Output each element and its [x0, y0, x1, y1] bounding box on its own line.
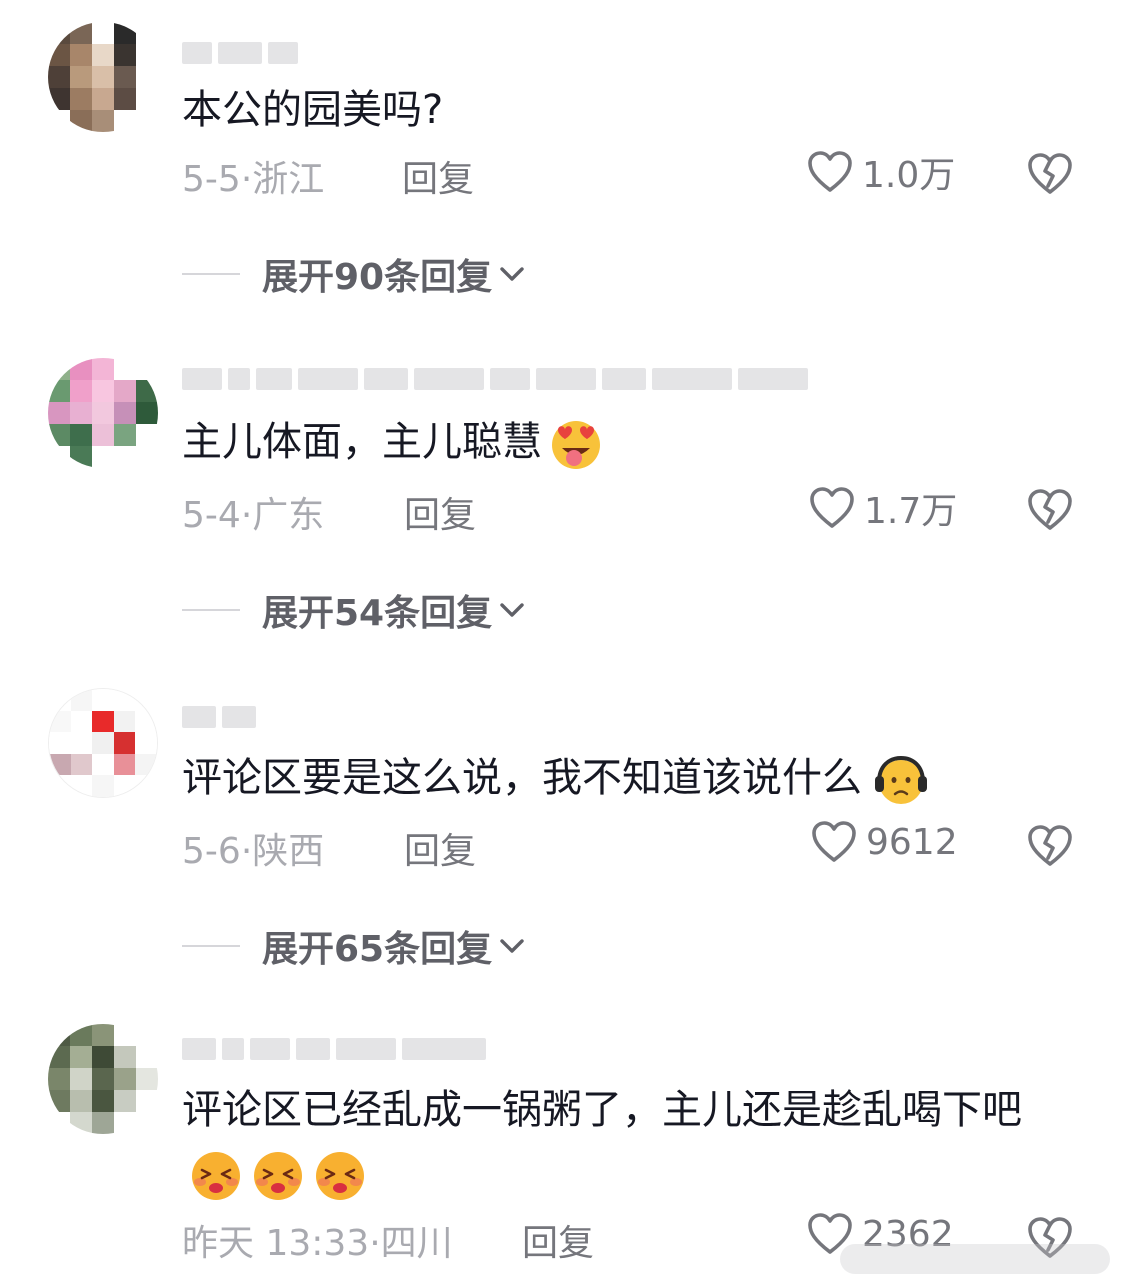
comment-date: 5-6 — [182, 831, 241, 872]
comment-text-content: 本公的园美吗? — [182, 87, 444, 133]
avatar[interactable] — [48, 688, 158, 798]
watermark-overlay — [840, 1244, 1110, 1274]
comment-text: 本公的园美吗? — [182, 78, 1062, 142]
expand-replies-label: 展开90条回复 — [262, 257, 493, 298]
broken-heart-icon[interactable] — [1026, 822, 1074, 870]
username-blurred[interactable] — [182, 1032, 486, 1066]
avatar[interactable] — [48, 1024, 158, 1134]
chevron-down-icon — [500, 939, 524, 953]
username-blurred[interactable] — [182, 700, 256, 734]
comment-meta: 5-4·广东 — [182, 486, 324, 538]
meta-separator: · — [240, 159, 253, 200]
meta-separator: · — [240, 495, 253, 536]
comment-location: 广东 — [252, 495, 325, 536]
expand-replies-button[interactable]: 展开65条回复 — [182, 920, 528, 972]
avatar[interactable] — [48, 358, 158, 468]
expand-divider — [182, 609, 240, 611]
comment-text: 主儿体面，主儿聪慧 — [182, 410, 1062, 474]
kiss-emoji — [316, 1152, 364, 1200]
headphones-sad-emoji — [875, 755, 927, 804]
comment-date: 5-5 — [182, 159, 241, 200]
expand-replies-label: 展开65条回复 — [262, 929, 493, 970]
reply-button[interactable]: 回复 — [402, 150, 474, 202]
comment-location: 陕西 — [252, 831, 325, 872]
heart-eyes-tongue-emoji — [552, 421, 600, 469]
username-blurred[interactable] — [182, 362, 808, 396]
heart-outline-icon — [808, 151, 852, 192]
comment-text: 评论区要是这么说，我不知道该说什么 — [182, 746, 1062, 810]
comment-meta: 5-6·陕西 — [182, 822, 324, 874]
chevron-down-icon — [500, 267, 524, 281]
like-count: 1.7万 — [864, 491, 958, 532]
like-button[interactable]: 9612 — [810, 818, 958, 866]
expand-replies-button[interactable]: 展开54条回复 — [182, 584, 528, 636]
like-button[interactable]: 1.7万 — [808, 482, 957, 534]
avatar[interactable] — [48, 22, 158, 132]
expand-replies-button[interactable]: 展开90条回复 — [182, 248, 528, 300]
kiss-emoji — [192, 1152, 240, 1200]
reply-button[interactable]: 回复 — [522, 1214, 594, 1266]
meta-separator: · — [369, 1223, 381, 1264]
comment-date: 昨天 13:33 — [182, 1223, 370, 1264]
comment-location: 浙江 — [252, 159, 325, 200]
heart-outline-icon — [810, 487, 854, 528]
comment-text-content: 评论区要是这么说，我不知道该说什么 — [182, 755, 862, 801]
reply-button[interactable]: 回复 — [404, 822, 476, 874]
comment-meta: 5-5·浙江 — [182, 150, 324, 202]
heart-outline-icon — [812, 821, 856, 862]
comment-text: 评论区已经乱成一锅粥了，主儿还是趁乱喝下吧 — [182, 1078, 1052, 1206]
kiss-emoji — [254, 1152, 302, 1200]
like-count: 1.0万 — [862, 155, 956, 196]
like-button[interactable]: 1.0万 — [806, 146, 955, 198]
broken-heart-icon[interactable] — [1026, 486, 1074, 534]
comment-meta: 昨天 13:33·四川 — [182, 1214, 453, 1266]
expand-replies-label: 展开54条回复 — [262, 593, 493, 634]
comment-text-content: 评论区已经乱成一锅粥了，主儿还是趁乱喝下吧 — [182, 1087, 1022, 1133]
comment-text-content: 主儿体面，主儿聪慧 — [182, 419, 542, 465]
username-blurred[interactable] — [182, 36, 298, 70]
broken-heart-icon[interactable] — [1026, 150, 1074, 198]
reply-button[interactable]: 回复 — [404, 486, 476, 538]
comment-location: 四川 — [380, 1223, 453, 1264]
comment-date: 5-4 — [182, 495, 241, 536]
meta-separator: · — [240, 831, 253, 872]
like-count: 9612 — [866, 821, 958, 863]
chevron-down-icon — [500, 603, 524, 617]
expand-divider — [182, 945, 240, 947]
expand-divider — [182, 273, 240, 275]
